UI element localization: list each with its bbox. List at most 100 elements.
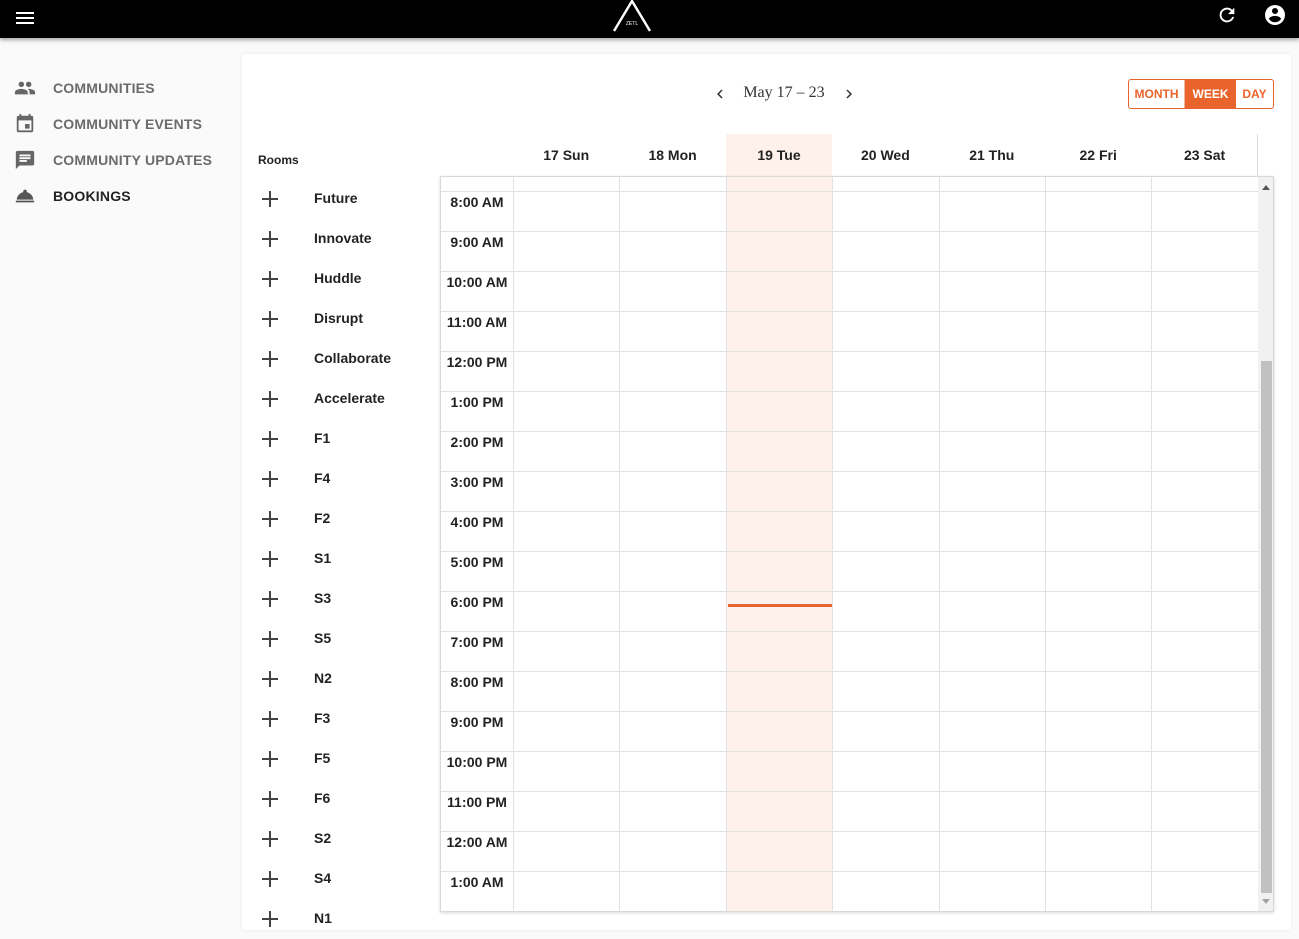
chevron-left-icon[interactable]	[711, 85, 729, 103]
day-header[interactable]: 18 Mon	[619, 134, 725, 176]
date-range-label: May 17 – 23	[743, 84, 825, 101]
scrollbar-thumb[interactable]	[1261, 361, 1272, 893]
room-name: F6	[314, 790, 331, 806]
room-row: S2	[258, 819, 438, 859]
room-service-icon	[15, 189, 35, 203]
add-booking-plus-icon[interactable]	[262, 511, 278, 527]
today-column	[727, 177, 833, 911]
chat-icon	[15, 150, 35, 170]
chevron-right-icon[interactable]	[840, 85, 858, 103]
row-divider	[441, 751, 1258, 752]
row-divider	[441, 791, 1258, 792]
sidebar-item-communities[interactable]: COMMUNITIES	[0, 70, 240, 106]
room-name: Disrupt	[314, 310, 363, 326]
room-name: S4	[314, 870, 332, 886]
menu-icon[interactable]	[15, 8, 35, 28]
sidebar-item-bookings[interactable]: BOOKINGS	[0, 178, 240, 214]
time-label: 7:00 PM	[450, 634, 504, 650]
add-booking-plus-icon[interactable]	[262, 431, 278, 447]
current-time-indicator	[728, 604, 832, 607]
week-view-button[interactable]: WEEK	[1185, 80, 1236, 108]
add-booking-plus-icon[interactable]	[262, 471, 278, 487]
sidebar-item-label: COMMUNITIES	[53, 80, 155, 96]
column-divider	[725, 177, 727, 911]
time-label: 8:00 AM	[450, 194, 504, 210]
add-booking-plus-icon[interactable]	[262, 231, 278, 247]
row-divider	[441, 591, 1258, 592]
add-booking-plus-icon[interactable]	[262, 191, 278, 207]
sidebar-item-community-events[interactable]: COMMUNITY EVENTS	[0, 106, 240, 142]
day-view-button[interactable]: DAY	[1236, 80, 1273, 108]
time-label: 11:00 AM	[446, 314, 508, 330]
app-top-bar: ZETL	[0, 0, 1299, 38]
room-row: S1	[258, 539, 438, 579]
add-booking-plus-icon[interactable]	[262, 831, 278, 847]
day-header[interactable]: 17 Sun	[513, 134, 619, 176]
add-booking-plus-icon[interactable]	[262, 671, 278, 687]
add-booking-plus-icon[interactable]	[262, 711, 278, 727]
time-label: 5:00 PM	[450, 554, 504, 570]
add-booking-plus-icon[interactable]	[262, 791, 278, 807]
column-divider	[1151, 177, 1153, 911]
day-header[interactable]: 19 Tue	[725, 134, 833, 176]
row-divider	[441, 231, 1258, 232]
header-divider	[1257, 134, 1258, 176]
add-booking-plus-icon[interactable]	[262, 911, 278, 927]
refresh-icon[interactable]	[1216, 4, 1238, 26]
room-row: Accelerate	[258, 379, 438, 419]
room-name: F2	[314, 510, 331, 526]
time-label: 4:00 PM	[450, 514, 504, 530]
scroll-down-arrow-icon[interactable]	[1262, 899, 1270, 904]
add-booking-plus-icon[interactable]	[262, 871, 278, 887]
time-label: 1:00 AM	[450, 874, 504, 890]
week-calendar-grid[interactable]: 8:00 AM 9:00 AM 10:00 AM 11:00 AM 12:00 PM 1:…	[440, 176, 1274, 912]
room-row: F4	[258, 459, 438, 499]
time-label: 1:00 PM	[450, 394, 504, 410]
add-booking-plus-icon[interactable]	[262, 551, 278, 567]
day-header[interactable]: 23 Sat	[1151, 134, 1257, 176]
add-booking-plus-icon[interactable]	[262, 631, 278, 647]
day-header[interactable]: 21 Thu	[939, 134, 1045, 176]
room-name: F4	[314, 470, 331, 486]
room-name: N2	[314, 670, 332, 686]
time-label: 9:00 AM	[450, 234, 504, 250]
logo-text: ZETL	[626, 21, 638, 27]
room-name: Collaborate	[314, 350, 392, 366]
add-booking-plus-icon[interactable]	[262, 591, 278, 607]
add-booking-plus-icon[interactable]	[262, 351, 278, 367]
add-booking-plus-icon[interactable]	[262, 751, 278, 767]
rooms-title: Rooms	[258, 153, 299, 167]
room-name: S5	[314, 630, 332, 646]
column-divider	[938, 177, 940, 911]
app-logo[interactable]: ZETL	[612, 0, 652, 32]
scroll-up-arrow-icon[interactable]	[1262, 185, 1270, 190]
month-view-button[interactable]: MONTH	[1129, 80, 1185, 108]
sidebar-item-community-updates[interactable]: COMMUNITY UPDATES	[0, 142, 240, 178]
room-name: Innovate	[314, 230, 372, 246]
column-divider	[619, 177, 621, 911]
add-booking-plus-icon[interactable]	[262, 311, 278, 327]
row-divider	[441, 671, 1258, 672]
time-label: 8:00 PM	[450, 674, 504, 690]
day-header[interactable]: 20 Wed	[832, 134, 938, 176]
time-label: 12:00 AM	[446, 834, 508, 850]
account-circle-icon[interactable]	[1263, 3, 1287, 27]
room-name: S1	[314, 550, 332, 566]
room-row: F5	[258, 739, 438, 779]
room-name: S2	[314, 830, 332, 846]
time-label: 6:00 PM	[450, 594, 504, 610]
time-label: 3:00 PM	[450, 474, 504, 490]
column-divider	[1045, 177, 1046, 911]
add-booking-plus-icon[interactable]	[262, 271, 278, 287]
room-row: Disrupt	[258, 299, 438, 339]
room-row: S3	[258, 579, 438, 619]
room-name: F1	[314, 430, 331, 446]
room-row: N1	[258, 899, 438, 939]
row-divider	[441, 711, 1258, 712]
view-toggle: MONTH WEEK DAY	[1128, 79, 1274, 109]
room-row: Collaborate	[258, 339, 438, 379]
day-header[interactable]: 22 Fri	[1045, 134, 1151, 176]
room-name: N1	[314, 910, 332, 926]
add-booking-plus-icon[interactable]	[262, 391, 278, 407]
time-label: 10:00 PM	[446, 754, 508, 770]
